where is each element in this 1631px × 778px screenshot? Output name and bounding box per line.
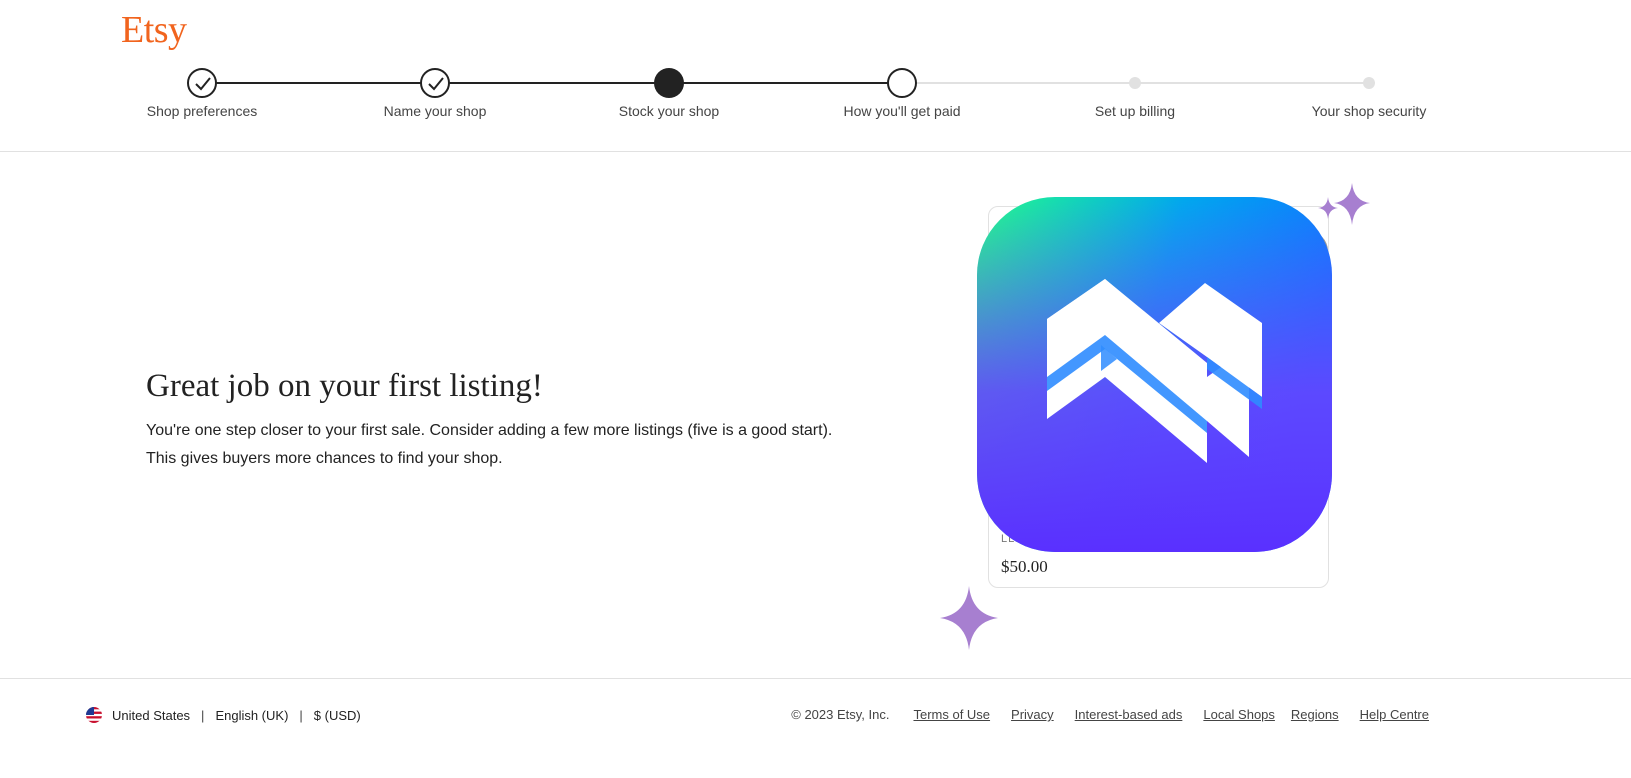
stepper-track-completed bbox=[202, 82, 902, 84]
footer-link-privacy[interactable]: Privacy bbox=[1011, 707, 1054, 722]
language-label: English (UK) bbox=[215, 707, 289, 723]
locale-separator: | bbox=[201, 707, 205, 723]
us-flag-icon bbox=[86, 707, 102, 723]
footer-link-help-centre[interactable]: Help Centre bbox=[1360, 707, 1429, 722]
upcoming-step-indicator bbox=[1363, 77, 1375, 89]
step-label: Stock your shop bbox=[618, 103, 720, 119]
footer-link-interest-ads[interactable]: Interest-based ads bbox=[1075, 707, 1183, 722]
region-label: United States bbox=[112, 707, 191, 723]
success-message: Great job on your first listing! You're … bbox=[146, 368, 926, 473]
description-line-2: This gives buyers more chances to find y… bbox=[146, 450, 503, 467]
step-label: Shop preferences bbox=[146, 103, 258, 119]
footer-link-regions[interactable]: Regions bbox=[1291, 707, 1339, 722]
copyright: © 2023 Etsy, Inc. bbox=[791, 707, 890, 722]
step-how-youll-get-paid: How you'll get paid bbox=[802, 66, 1002, 119]
step-label: Set up billing bbox=[1094, 103, 1176, 119]
footer-link-local-shops[interactable]: Local Shops bbox=[1203, 707, 1275, 722]
footer-link-terms[interactable]: Terms of Use bbox=[913, 707, 990, 722]
step-stock-your-shop: Stock your shop bbox=[569, 66, 769, 119]
onboarding-stepper: Shop preferences Name your shop Stock yo… bbox=[0, 66, 1631, 126]
description-line-1: You're one step closer to your first sal… bbox=[146, 422, 833, 439]
footer-links: © 2023 Etsy, Inc. Terms of Use Privacy I… bbox=[791, 707, 1429, 722]
step-shop-preferences[interactable]: Shop preferences bbox=[102, 66, 302, 119]
current-step-indicator bbox=[654, 68, 684, 98]
step-your-shop-security: Your shop security bbox=[1269, 66, 1469, 119]
step-label: How you'll get paid bbox=[843, 103, 961, 119]
currency-label: $ (USD) bbox=[313, 707, 361, 723]
step-name-your-shop[interactable]: Name your shop bbox=[335, 66, 535, 119]
listing-price: $50.00 bbox=[1001, 557, 1048, 576]
sparkle-icon bbox=[1318, 183, 1370, 225]
site-footer: United States | English (UK) | $ (USD) ©… bbox=[0, 678, 1631, 778]
onboarding-header: Etsy Shop preferences Name your shop Sto… bbox=[0, 0, 1631, 152]
app-logo-overlay bbox=[977, 197, 1332, 552]
app-logo-icon bbox=[977, 197, 1332, 552]
success-description: You're one step closer to your first sal… bbox=[146, 417, 926, 473]
check-icon bbox=[420, 68, 450, 98]
step-set-up-billing: Set up billing bbox=[1035, 66, 1235, 119]
locale-settings[interactable]: United States | English (UK) | $ (USD) bbox=[86, 707, 361, 723]
next-step-indicator bbox=[887, 68, 917, 98]
page-title: Great job on your first listing! bbox=[146, 368, 543, 404]
upcoming-step-indicator bbox=[1129, 77, 1141, 89]
locale-separator: | bbox=[299, 707, 303, 723]
check-icon bbox=[187, 68, 217, 98]
step-label: Name your shop bbox=[383, 103, 487, 119]
step-label: Your shop security bbox=[1311, 103, 1427, 119]
etsy-logo[interactable]: Etsy bbox=[121, 8, 187, 52]
sparkle-icon bbox=[940, 586, 998, 650]
